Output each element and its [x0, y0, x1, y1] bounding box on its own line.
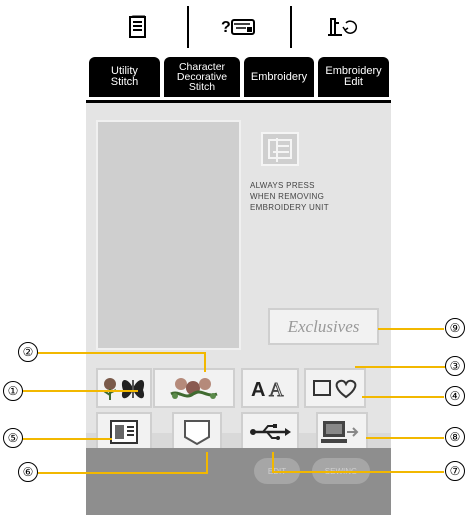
callout-5: ⑤	[3, 428, 23, 448]
callout-leader-3	[355, 366, 445, 368]
pattern-button-flower-butterfly[interactable]	[96, 368, 152, 408]
embroidery-unit-icon	[268, 138, 292, 162]
callout-leader-8	[366, 437, 444, 439]
pattern-button-floral[interactable]	[153, 368, 235, 408]
callout-leader-7-vertical	[272, 452, 274, 472]
exclusives-button[interactable]: Exclusives	[268, 308, 379, 345]
floral-pattern-icon	[170, 378, 218, 399]
notice-line: WHEN REMOVING	[250, 192, 325, 201]
manual-book-icon	[129, 15, 146, 38]
callout-4: ④	[445, 386, 465, 406]
memory-pocket-icon	[110, 420, 138, 444]
tab-utility-stitch[interactable]: Utility Stitch	[89, 57, 160, 97]
help-machine-icon: ?	[221, 19, 255, 36]
svg-text:A: A	[251, 379, 265, 401]
callout-leader-6-vertical	[206, 452, 208, 472]
callout-7: ⑦	[445, 461, 465, 481]
callout-3: ③	[445, 356, 465, 376]
top-divider	[187, 6, 189, 48]
alphabet-font-icon: A A	[251, 379, 285, 402]
tab-label-line: Stitch	[188, 81, 216, 93]
mode-tabs: Utility Stitch Character Decorative Stitch …	[86, 55, 391, 100]
computer-icon	[321, 421, 359, 443]
callout-leader-4	[362, 396, 444, 398]
manual-button[interactable]	[90, 6, 186, 48]
callout-leader-1	[22, 390, 138, 392]
tab-embroidery-edit[interactable]: Embroidery Edit	[318, 57, 389, 97]
callout-9: ⑨	[445, 318, 465, 338]
pattern-button-frame[interactable]	[304, 368, 366, 408]
notice-line: ALWAYS PRESS	[250, 181, 315, 190]
top-divider	[290, 6, 292, 48]
pattern-button-alphabet[interactable]: A A	[241, 368, 299, 408]
flower-butterfly-icon	[103, 378, 145, 400]
pattern-button-memory[interactable]	[96, 412, 152, 452]
pattern-button-computer[interactable]	[316, 412, 368, 452]
help-button[interactable]: ?	[191, 6, 287, 48]
svg-text:?: ?	[221, 19, 231, 36]
callout-leader-2	[38, 352, 206, 354]
callout-leader-5	[22, 438, 112, 440]
tab-label-line: Edit	[344, 76, 363, 88]
callout-leader-6	[38, 472, 208, 474]
pocket-icon	[184, 420, 210, 446]
callout-leader-9	[378, 328, 444, 330]
frame-shapes-icon	[313, 379, 357, 399]
needle-settings-icon	[328, 18, 358, 36]
settings-button[interactable]	[293, 6, 389, 48]
callout-2: ②	[18, 342, 38, 362]
callout-1: ①	[3, 381, 23, 401]
tab-label-line: Embroidery	[250, 70, 308, 83]
usb-icon	[250, 424, 291, 440]
pattern-preview-area	[96, 120, 241, 350]
lcd-screen: ? Utility Stitch Character Decorative Stitc…	[86, 0, 391, 515]
notice-line: EMBROIDERY UNIT	[250, 203, 329, 212]
pattern-button-usb[interactable]	[241, 412, 299, 452]
top-icon-bar: ?	[86, 0, 391, 56]
embroidery-unit-button[interactable]	[261, 132, 299, 166]
tab-embroidery[interactable]: Embroidery	[244, 57, 314, 97]
svg-text:A: A	[269, 379, 284, 401]
pattern-button-pocket[interactable]	[172, 412, 222, 452]
tab-label-line: Stitch	[110, 76, 139, 88]
embroidery-unit-notice: ALWAYS PRESS WHEN REMOVING EMBROIDERY UN…	[250, 180, 385, 213]
callout-leader-2-vertical	[204, 352, 206, 372]
callout-leader-7	[272, 471, 444, 473]
callout-8: ⑧	[445, 427, 465, 447]
tab-character-decorative-stitch[interactable]: Character Decorative Stitch	[164, 57, 240, 97]
callout-6: ⑥	[18, 462, 38, 482]
